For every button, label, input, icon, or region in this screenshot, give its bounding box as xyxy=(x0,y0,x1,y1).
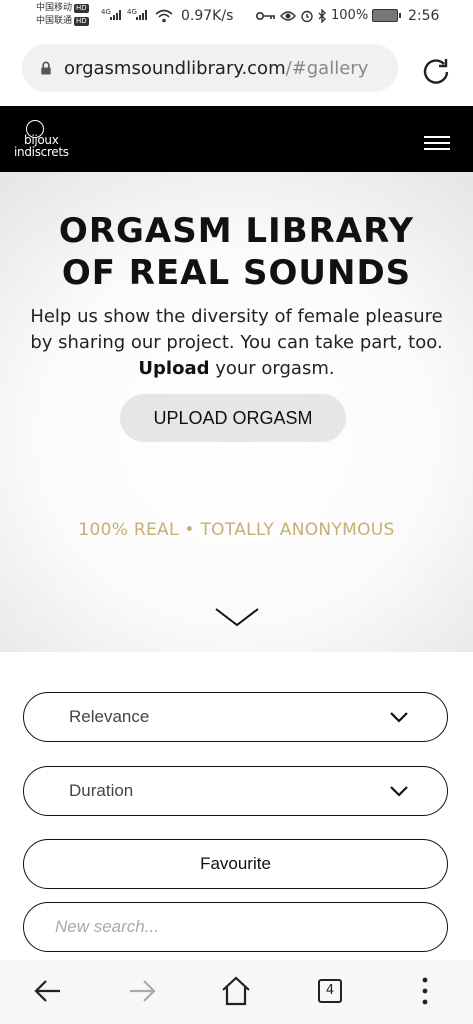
hero-section: ORGASM LIBRARY OF REAL SOUNDS Help us sho… xyxy=(0,172,473,652)
tagline: 100% REAL • TOTALLY ANONYMOUS xyxy=(78,520,395,540)
site-header: bijoux indiscrets xyxy=(0,106,473,172)
hd-badge-1: HD xyxy=(74,4,89,13)
hamburger-icon[interactable] xyxy=(424,136,450,152)
carrier-2: 中国联通 xyxy=(36,16,73,26)
signal-bars-1-icon xyxy=(110,10,121,20)
logo-line-2: indiscrets xyxy=(14,145,69,159)
chevron-down-icon xyxy=(390,712,408,723)
duration-select-value: Duration xyxy=(69,781,134,800)
duration-select[interactable]: Duration xyxy=(23,766,448,816)
carrier-info: 中国移动 HD 中国联通 HD xyxy=(36,2,89,28)
lead-text-1: Help us show the diversity of female ple… xyxy=(30,306,443,353)
title-line-2: OF REAL SOUNDS xyxy=(61,253,412,293)
status-bar: 中国移动 HD 中国联通 HD 4G 4G 0.97K/s 100% 2:56 xyxy=(0,0,473,34)
battery-percent: 100% xyxy=(331,8,369,23)
tabs-icon[interactable]: 4 xyxy=(318,979,342,1003)
network-speed: 0.97K/s xyxy=(181,8,234,24)
carrier-1: 中国移动 xyxy=(36,3,73,13)
key-icon xyxy=(256,11,275,20)
alarm-icon xyxy=(301,10,313,22)
chevron-down-icon[interactable] xyxy=(214,606,260,628)
search-input[interactable] xyxy=(23,902,448,952)
chevron-down-icon xyxy=(390,786,408,797)
sort-select[interactable]: Relevance xyxy=(23,692,448,742)
page-title: ORGASM LIBRARY OF REAL SOUNDS xyxy=(0,210,473,294)
gallery-filters: Relevance Duration Favourite xyxy=(0,652,473,960)
system-icons: 100% xyxy=(256,8,402,23)
forward-icon[interactable] xyxy=(127,977,157,1005)
address-bar[interactable]: orgasmsoundlibrary.com/#gallery xyxy=(22,44,398,92)
browser-nav-bar: 4 xyxy=(0,960,473,1024)
wifi-icon xyxy=(155,9,173,23)
hd-badge-2: HD xyxy=(74,17,89,26)
reload-icon[interactable] xyxy=(421,55,451,85)
battery-icon xyxy=(372,9,402,22)
eye-icon xyxy=(280,10,296,21)
browser-toolbar: orgasmsoundlibrary.com/#gallery xyxy=(0,34,473,106)
url-fragment: /#gallery xyxy=(285,57,369,79)
favourite-button[interactable]: Favourite xyxy=(23,839,448,889)
lock-icon xyxy=(41,61,51,75)
sort-select-value: Relevance xyxy=(69,707,150,726)
lead-text-2: your orgasm. xyxy=(209,358,335,379)
hero-description: Help us show the diversity of female ple… xyxy=(30,304,443,382)
signal-bars-2-icon xyxy=(136,10,147,20)
bluetooth-icon xyxy=(318,8,326,23)
url-text[interactable]: orgasmsoundlibrary.com/#gallery xyxy=(64,58,368,79)
url-host: orgasmsoundlibrary.com xyxy=(64,57,286,79)
lead-upload-bold: Upload xyxy=(138,358,210,379)
home-icon[interactable] xyxy=(220,975,252,1007)
clock: 2:56 xyxy=(408,8,440,24)
back-icon[interactable] xyxy=(33,977,63,1005)
more-icon[interactable] xyxy=(421,976,429,1006)
title-line-1: ORGASM LIBRARY xyxy=(58,211,415,251)
upload-orgasm-button[interactable]: UPLOAD ORGASM xyxy=(120,394,346,442)
